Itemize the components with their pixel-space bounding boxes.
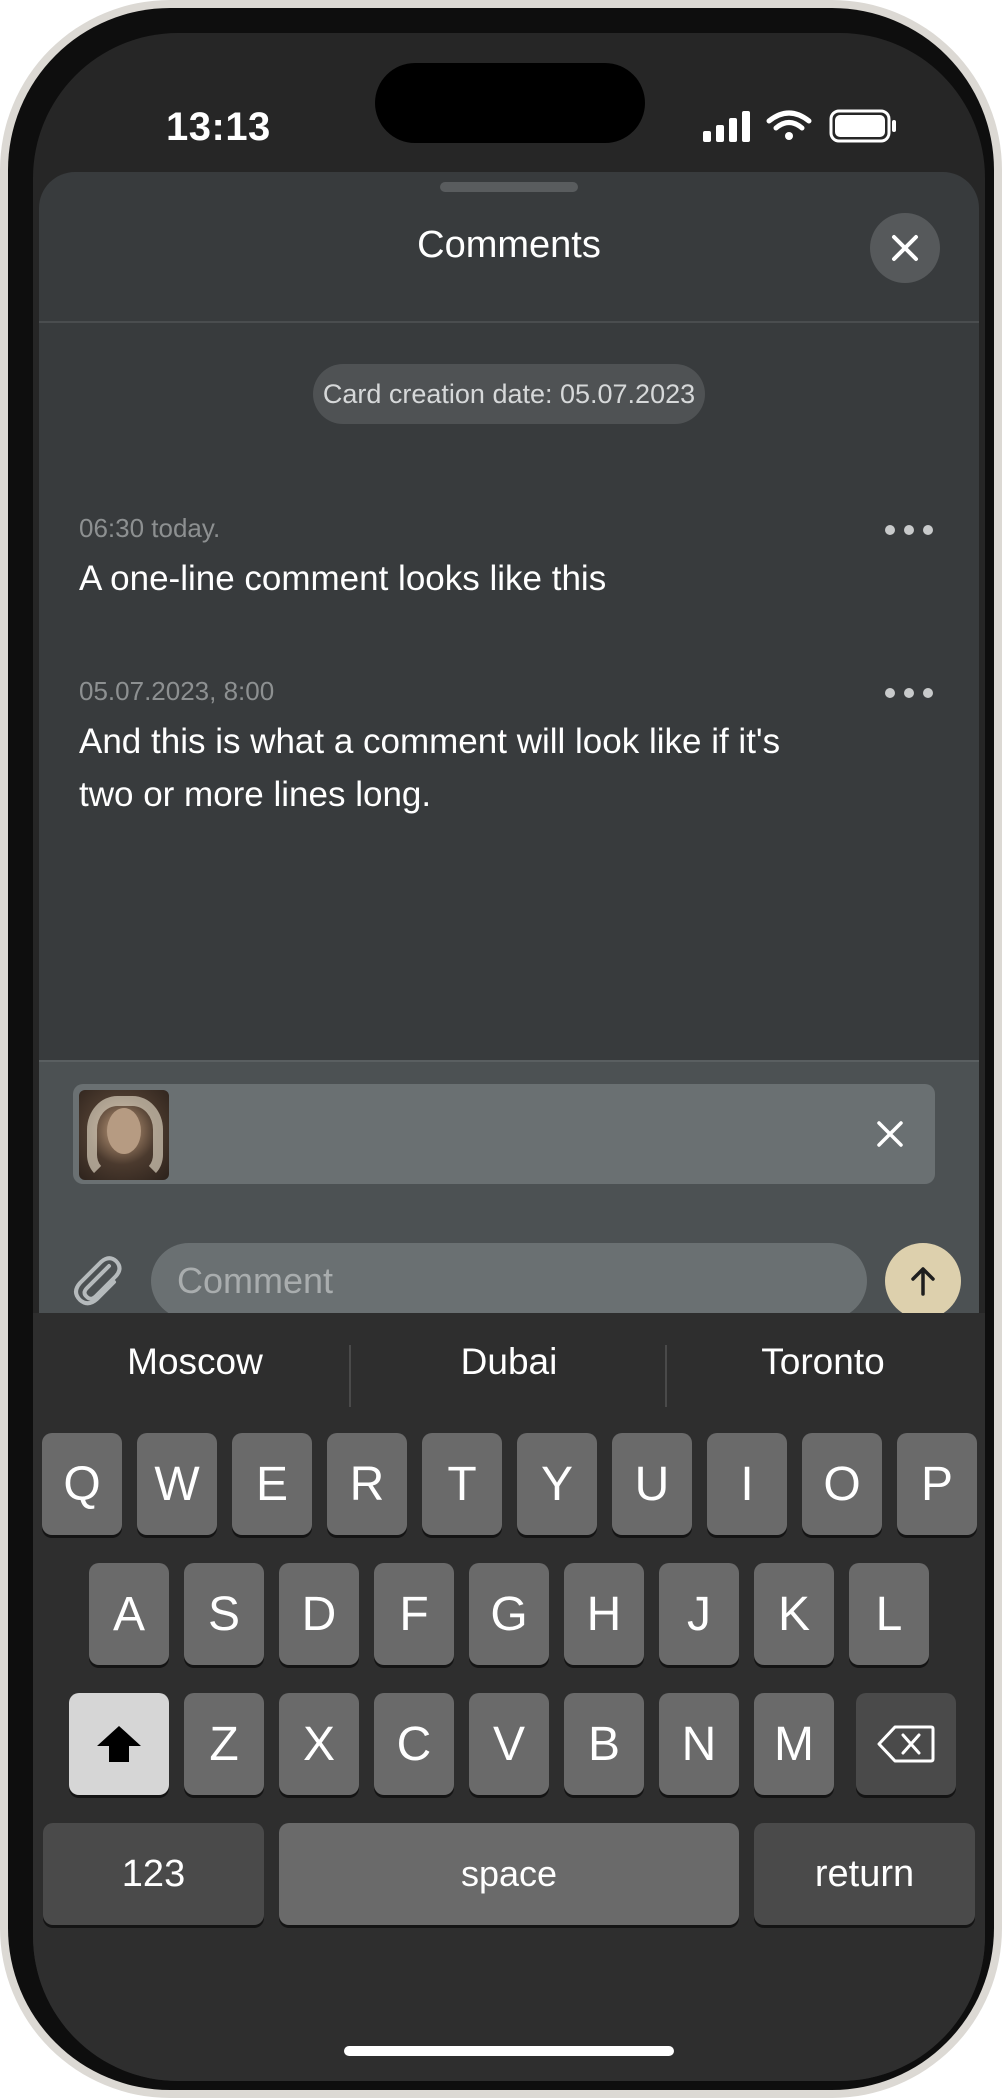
key-h[interactable]: H: [564, 1563, 644, 1665]
suggestion-bar: Moscow Dubai Toronto: [33, 1313, 985, 1417]
comment-item: 05.07.2023, 8:00 And this is what a comm…: [79, 676, 939, 821]
key-e[interactable]: E: [232, 1433, 312, 1535]
attachment-thumbnail[interactable]: [79, 1090, 169, 1180]
battery-icon: [829, 109, 896, 143]
close-icon: [892, 235, 918, 261]
key-f[interactable]: F: [374, 1563, 454, 1665]
attachment-preview: [73, 1084, 935, 1184]
suggestion-item[interactable]: Toronto: [673, 1341, 973, 1383]
key-r[interactable]: R: [327, 1433, 407, 1535]
keyboard: Moscow Dubai Toronto Q W E R T Y U I O P…: [33, 1313, 985, 2081]
space-key[interactable]: space: [279, 1823, 739, 1925]
key-u[interactable]: U: [612, 1433, 692, 1535]
key-j[interactable]: J: [659, 1563, 739, 1665]
close-button[interactable]: [870, 213, 940, 283]
shift-icon: [97, 1726, 141, 1762]
comment-composer: [39, 1060, 979, 1338]
backspace-key[interactable]: [856, 1693, 956, 1795]
header-divider: [39, 321, 979, 323]
key-y[interactable]: Y: [517, 1433, 597, 1535]
paperclip-icon[interactable]: [69, 1252, 125, 1308]
key-m[interactable]: M: [754, 1693, 834, 1795]
home-indicator[interactable]: [344, 2046, 674, 2056]
wifi-icon: [766, 110, 812, 140]
key-p[interactable]: P: [897, 1433, 977, 1535]
screen: 13:13 Comments Card creation date: 05.07…: [33, 33, 985, 2081]
key-g[interactable]: G: [469, 1563, 549, 1665]
dynamic-island: [375, 63, 645, 143]
suggestion-item[interactable]: Moscow: [45, 1341, 345, 1383]
phone-bezel: 13:13 Comments Card creation date: 05.07…: [8, 8, 994, 2090]
status-icons: [703, 109, 896, 143]
shift-key[interactable]: [69, 1693, 169, 1795]
comment-more-button[interactable]: [879, 515, 939, 545]
key-d[interactable]: D: [279, 1563, 359, 1665]
more-dot: [923, 525, 933, 535]
suggestion-divider: [349, 1345, 351, 1407]
key-k[interactable]: K: [754, 1563, 834, 1665]
key-q[interactable]: Q: [42, 1433, 122, 1535]
more-dot: [885, 525, 895, 535]
comment-input[interactable]: [151, 1243, 867, 1319]
suggestion-item[interactable]: Dubai: [359, 1341, 659, 1383]
comment-time: 05.07.2023, 8:00: [79, 676, 275, 706]
key-x[interactable]: X: [279, 1693, 359, 1795]
return-key[interactable]: return: [754, 1823, 975, 1925]
key-v[interactable]: V: [469, 1693, 549, 1795]
key-n[interactable]: N: [659, 1693, 739, 1795]
send-button[interactable]: [885, 1243, 961, 1319]
backspace-icon: [877, 1725, 935, 1763]
more-dot: [923, 688, 933, 698]
cellular-signal-icon: [703, 111, 750, 142]
status-time: 13:13: [166, 105, 271, 149]
key-z[interactable]: Z: [184, 1693, 264, 1795]
remove-attachment-button[interactable]: [865, 1109, 915, 1159]
comment-text: And this is what a comment will look lik…: [79, 722, 781, 814]
sheet-grabber[interactable]: [440, 182, 578, 192]
comment-item: 06:30 today. A one-line comment looks li…: [79, 513, 939, 605]
suggestion-divider: [665, 1345, 667, 1407]
phone-frame: 13:13 Comments Card creation date: 05.07…: [0, 0, 1002, 2098]
key-i[interactable]: I: [707, 1433, 787, 1535]
key-l[interactable]: L: [849, 1563, 929, 1665]
key-a[interactable]: A: [89, 1563, 169, 1665]
more-dot: [885, 688, 895, 698]
key-c[interactable]: C: [374, 1693, 454, 1795]
sheet-title: Comments: [417, 224, 601, 266]
numbers-key[interactable]: 123: [43, 1823, 264, 1925]
key-o[interactable]: O: [802, 1433, 882, 1535]
more-dot: [904, 688, 914, 698]
comment-more-button[interactable]: [879, 678, 939, 708]
arrow-up-icon: [911, 1267, 935, 1296]
key-w[interactable]: W: [137, 1433, 217, 1535]
key-t[interactable]: T: [422, 1433, 502, 1535]
close-icon: [877, 1121, 903, 1147]
key-b[interactable]: B: [564, 1693, 644, 1795]
card-creation-date-badge: Card creation date: 05.07.2023: [313, 364, 705, 424]
comment-time: 06:30 today.: [79, 513, 221, 543]
more-dot: [904, 525, 914, 535]
key-s[interactable]: S: [184, 1563, 264, 1665]
comment-text: A one-line comment looks like this: [79, 559, 607, 598]
